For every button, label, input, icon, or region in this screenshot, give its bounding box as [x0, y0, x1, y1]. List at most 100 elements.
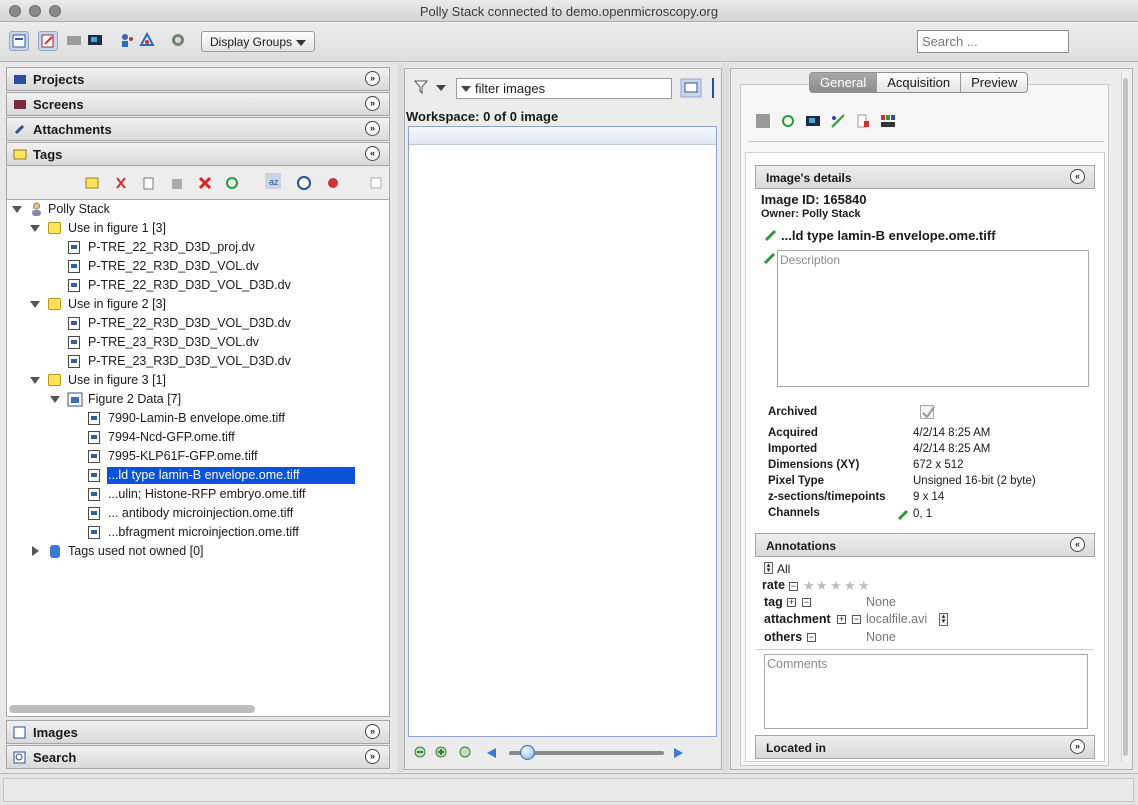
expand-attachments-button[interactable]: » [365, 121, 380, 136]
comments-field[interactable]: Comments [764, 654, 1088, 729]
collapse-arrow-icon[interactable] [50, 396, 60, 403]
image-row[interactable]: ...bfragment microinjection.ome.tiff [88, 523, 358, 542]
analysis-icon[interactable] [830, 113, 846, 129]
zoom-fit-icon[interactable] [458, 745, 474, 761]
expand-screens-button[interactable]: » [365, 96, 380, 111]
description-field[interactable]: Description [777, 250, 1089, 387]
groups-icon[interactable] [138, 31, 158, 51]
expand-search-button[interactable]: » [365, 749, 380, 764]
tree-root[interactable]: Polly Stack [10, 200, 370, 219]
filter-by-user-icon[interactable] [325, 175, 341, 191]
expand-images-button[interactable]: » [365, 724, 380, 739]
projects-section-header[interactable]: Projects » [6, 67, 390, 91]
split-view-icon[interactable] [880, 113, 896, 129]
image-row[interactable]: ...ulin; Histone-RFP embryo.ome.tiff [88, 485, 358, 504]
gallery-view-icon[interactable] [65, 31, 85, 51]
image-row[interactable]: 7995-KLP61F-GFP.ome.tiff [88, 447, 358, 466]
image-row-selected[interactable]: ...ld type lamin-B envelope.ome.tiff [88, 466, 358, 485]
refresh-icon[interactable] [224, 175, 240, 191]
scrollbar-thumb[interactable] [1123, 78, 1128, 756]
left-splitter[interactable] [397, 63, 404, 772]
edit-pencil-icon[interactable] [763, 251, 777, 265]
sort-alpha-icon[interactable]: az [265, 173, 281, 189]
annotations-header[interactable]: Annotations « [755, 533, 1095, 557]
star-5-icon[interactable]: ★ [858, 578, 870, 594]
star-4-icon[interactable]: ★ [844, 578, 856, 594]
search-input[interactable] [917, 30, 1069, 53]
funnel-icon[interactable] [413, 79, 431, 95]
paste-icon[interactable] [169, 175, 185, 191]
save-icon[interactable] [755, 113, 771, 129]
collapse-details-button[interactable]: « [1070, 169, 1085, 184]
tags-not-owned-row[interactable]: Tags used not owned [0] [30, 542, 370, 561]
collapse-arrow-icon[interactable] [30, 301, 40, 308]
users-icon[interactable] [118, 31, 138, 51]
collapse-annotations-button[interactable]: « [1070, 537, 1085, 552]
zoom-out-icon[interactable] [413, 745, 429, 761]
image-details-header[interactable]: Image's details « [755, 165, 1095, 189]
attachment-spinner[interactable]: ▴ ▾ [939, 613, 948, 626]
attachment-value[interactable]: localfile.avi [866, 612, 927, 626]
tag-set-row[interactable]: Use in figure 3 [1] [30, 371, 370, 390]
slider-right-arrow-icon[interactable] [674, 748, 683, 758]
right-splitter[interactable] [722, 63, 729, 772]
edit-pencil-icon[interactable] [764, 228, 778, 242]
publish-icon[interactable] [855, 113, 871, 129]
dataset-row[interactable]: Figure 2 Data [7] [50, 390, 370, 409]
all-filter-spinner[interactable]: ▴ ▾ [764, 562, 773, 574]
image-row[interactable]: 7990-Lamin-B envelope.ome.tiff [88, 409, 358, 428]
metadata-view-icon[interactable] [38, 31, 58, 51]
image-row[interactable]: P-TRE_22_R3D_D3D_VOL.dv [68, 257, 368, 276]
collapse-others-button[interactable]: − [807, 633, 816, 642]
tags-section-header[interactable]: Tags « [6, 142, 390, 166]
images-section-header[interactable]: Images » [6, 720, 390, 744]
screens-section-header[interactable]: Screens » [6, 92, 390, 116]
tab-preview[interactable]: Preview [961, 73, 1027, 92]
collapse-arrow-icon[interactable] [30, 225, 40, 232]
located-in-header[interactable]: Located in » [755, 735, 1095, 759]
browser-view-icon[interactable] [9, 31, 29, 51]
attachments-section-header[interactable]: Attachments » [6, 117, 390, 141]
chevron-down-icon[interactable] [461, 86, 471, 92]
collapse-all-icon[interactable] [368, 175, 384, 191]
image-viewer-icon[interactable] [86, 31, 106, 51]
expand-arrow-icon[interactable] [32, 546, 39, 556]
remove-tag-button[interactable]: − [802, 598, 811, 607]
tag-set-row[interactable]: Use in figure 1 [3] [30, 219, 370, 238]
chevron-down-icon[interactable] [436, 85, 446, 91]
zoom-in-icon[interactable] [434, 745, 450, 761]
collapse-rate-button[interactable]: − [789, 582, 798, 591]
tag-set-row[interactable]: Use in figure 2 [3] [30, 295, 370, 314]
image-row[interactable]: 7994-Ncd-GFP.ome.tiff [88, 428, 358, 447]
refresh-icon[interactable] [780, 113, 796, 129]
remove-attachment-button[interactable]: − [852, 615, 861, 624]
image-row[interactable]: P-TRE_22_R3D_D3D_VOL_D3D.dv [68, 276, 368, 295]
star-2-icon[interactable]: ★ [816, 578, 828, 594]
image-row[interactable]: P-TRE_22_R3D_D3D_VOL_D3D.dv [68, 314, 368, 333]
image-row[interactable]: P-TRE_23_R3D_D3D_VOL.dv [68, 333, 368, 352]
archived-checkbox[interactable] [920, 405, 935, 419]
star-1-icon[interactable]: ★ [803, 578, 815, 594]
list-view-icon[interactable] [712, 78, 720, 98]
sort-date-icon[interactable] [296, 175, 312, 191]
collapse-arrow-icon[interactable] [12, 206, 22, 213]
image-row[interactable]: P-TRE_23_R3D_D3D_VOL_D3D.dv [68, 352, 368, 371]
expand-projects-button[interactable]: » [365, 71, 380, 86]
filter-input[interactable]: filter images [456, 78, 672, 99]
thumbnail-view-icon[interactable] [680, 78, 702, 98]
metadata-vertical-scrollbar[interactable] [1121, 72, 1129, 762]
tab-acquisition[interactable]: Acquisition [877, 73, 962, 92]
expand-located-in-button[interactable]: » [1070, 739, 1085, 754]
cut-icon[interactable] [113, 175, 129, 191]
collapse-tags-button[interactable]: « [365, 146, 380, 161]
tab-general[interactable]: General [810, 73, 878, 92]
search-section-header[interactable]: Search » [6, 745, 390, 769]
workspace-area[interactable] [408, 126, 717, 737]
view-image-icon[interactable] [805, 113, 821, 129]
slider-left-arrow-icon[interactable] [487, 748, 496, 758]
copy-icon[interactable] [141, 175, 157, 191]
display-groups-dropdown[interactable]: Display Groups [201, 31, 315, 52]
delete-icon[interactable] [197, 175, 213, 191]
star-3-icon[interactable]: ★ [830, 578, 842, 594]
edit-pencil-icon[interactable] [897, 508, 910, 521]
